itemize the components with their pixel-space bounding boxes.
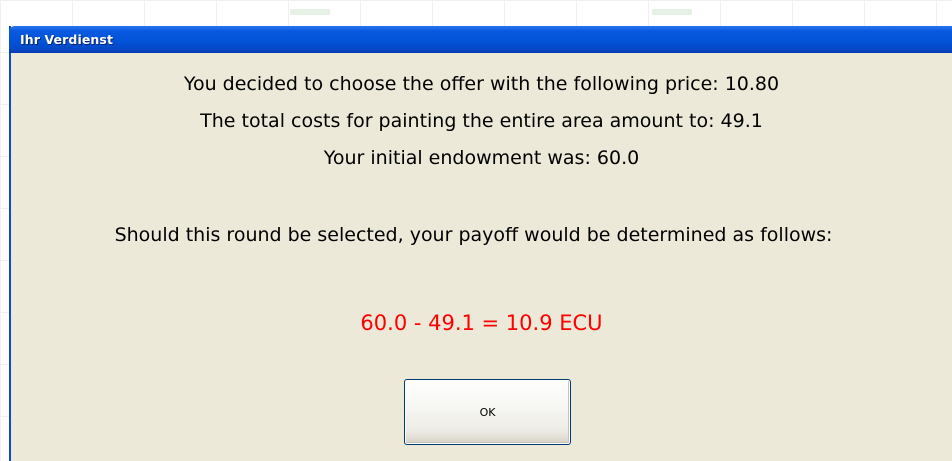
dialog-title: Ihr Verdienst (20, 32, 114, 47)
total-costs-text: The total costs for painting the entire … (200, 110, 763, 132)
background-cell-highlight (652, 9, 692, 15)
initial-endowment-text: Your initial endowment was: 60.0 (323, 147, 640, 169)
payoff-explanation-text: Should this round be selected, your payo… (114, 224, 833, 246)
payoff-dialog: Ihr Verdienst You decided to choose the … (9, 26, 952, 461)
screen: Ihr Verdienst You decided to choose the … (0, 0, 952, 461)
payoff-result-text: 60.0 - 49.1 = 10.9 ECU (360, 311, 603, 335)
ok-button[interactable]: OK (404, 379, 571, 445)
ok-button-label: OK (479, 405, 496, 419)
dialog-titlebar[interactable]: Ihr Verdienst (9, 26, 952, 53)
offer-price-text: You decided to choose the offer with the… (183, 73, 780, 95)
dialog-content: You decided to choose the offer with the… (11, 53, 952, 461)
background-cell-highlight (290, 9, 330, 15)
